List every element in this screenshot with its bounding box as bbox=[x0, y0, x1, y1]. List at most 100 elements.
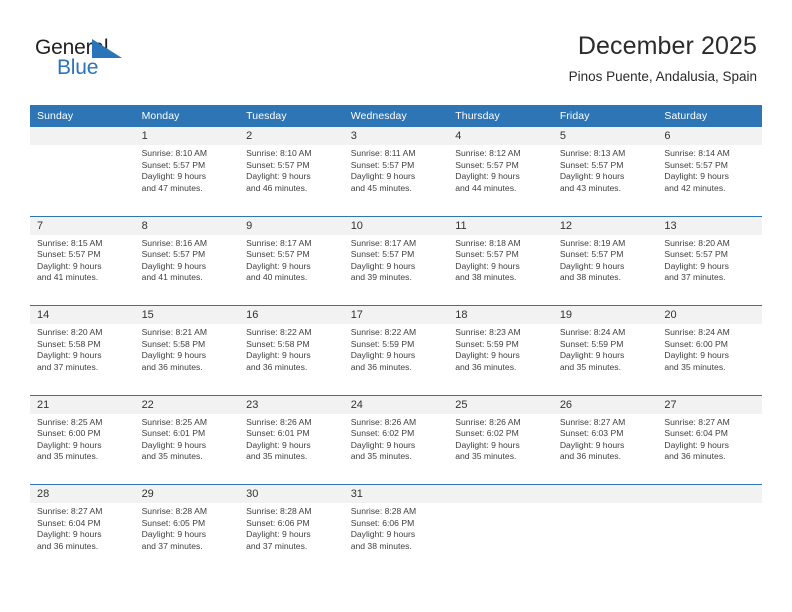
day-detail-cell[interactable]: Sunrise: 8:25 AM Sunset: 6:01 PM Daylight:… bbox=[134, 413, 240, 467]
day-detail-cell[interactable]: Sunrise: 8:17 AM Sunset: 5:57 PM Daylight:… bbox=[343, 234, 449, 288]
day-daylight-line2-text: and 39 minutes. bbox=[350, 272, 412, 283]
day-number-cell[interactable]: 15 bbox=[134, 305, 240, 324]
day-number-cell[interactable]: 27 bbox=[657, 395, 762, 414]
day-detail-cell[interactable]: Sunrise: 8:24 AM Sunset: 5:59 PM Daylight:… bbox=[552, 324, 658, 377]
day-number: 20 bbox=[664, 309, 677, 321]
day-sunrise-text: Sunrise: 8:17 AM bbox=[350, 237, 417, 248]
day-detail-cell[interactable]: Sunrise: 8:28 AM Sunset: 6:06 PM Daylight:… bbox=[239, 503, 344, 556]
week-separator-rule bbox=[30, 466, 762, 485]
day-sunrise-text: Sunrise: 8:21 AM bbox=[141, 327, 208, 337]
day-detail-cell[interactable]: Sunrise: 8:28 AM Sunset: 6:05 PM Daylight:… bbox=[134, 503, 240, 556]
day-number-cell[interactable]: 6 bbox=[657, 127, 762, 145]
day-detail-cell[interactable]: Sunrise: 8:27 AM Sunset: 6:04 PM Daylight:… bbox=[30, 503, 135, 556]
day-daylight-line1-text: Daylight: 9 hours bbox=[350, 529, 416, 540]
day-number-cell[interactable]: 17 bbox=[343, 305, 449, 324]
day-number-cell[interactable]: 9 bbox=[239, 216, 344, 235]
day-detail-cell[interactable]: Sunrise: 8:21 AM Sunset: 5:58 PM Daylight:… bbox=[134, 324, 240, 377]
day-number-cell bbox=[552, 484, 658, 503]
day-daylight-line2-text: and 45 minutes. bbox=[350, 182, 412, 193]
day-number-cell[interactable]: 5 bbox=[552, 127, 658, 145]
day-detail-cell[interactable]: Sunrise: 8:12 AM Sunset: 5:57 PM Daylight:… bbox=[448, 145, 553, 198]
day-detail-cell[interactable]: Sunrise: 8:26 AM Sunset: 6:02 PM Daylight:… bbox=[343, 413, 449, 467]
day-daylight-line2-text: and 36 minutes. bbox=[37, 540, 99, 551]
day-number-cell[interactable]: 4 bbox=[448, 127, 553, 145]
day-number-cell[interactable]: 14 bbox=[30, 305, 135, 324]
day-number-cell[interactable]: 22 bbox=[134, 395, 240, 414]
day-detail-cell[interactable]: Sunrise: 8:16 AM Sunset: 5:57 PM Daylight:… bbox=[134, 234, 240, 288]
day-daylight-line1-text: Daylight: 9 hours bbox=[141, 171, 207, 182]
day-number-cell[interactable]: 31 bbox=[343, 484, 449, 503]
day-number-cell[interactable]: 10 bbox=[343, 216, 449, 235]
day-detail-cell[interactable]: Sunrise: 8:22 AM Sunset: 5:59 PM Daylight:… bbox=[343, 324, 449, 377]
week-detail-row: Sunrise: 8:20 AM Sunset: 5:58 PM Daylight:… bbox=[30, 324, 762, 377]
day-detail-cell bbox=[552, 503, 658, 556]
day-number-cell[interactable]: 26 bbox=[552, 395, 658, 414]
day-number-cell[interactable]: 2 bbox=[239, 127, 344, 145]
day-number-cell[interactable]: 13 bbox=[657, 216, 762, 235]
day-detail-cell[interactable]: Sunrise: 8:11 AM Sunset: 5:57 PM Daylight:… bbox=[343, 145, 449, 198]
day-detail-cell[interactable]: Sunrise: 8:23 AM Sunset: 5:59 PM Daylight:… bbox=[448, 324, 553, 377]
week-separator bbox=[30, 556, 762, 574]
day-daylight-line1-text: Daylight: 9 hours bbox=[350, 171, 416, 182]
day-number-cell[interactable]: 24 bbox=[343, 395, 449, 414]
day-number-cell[interactable]: 18 bbox=[448, 305, 553, 324]
day-number-cell[interactable]: 25 bbox=[448, 395, 553, 414]
week-detail-row: Sunrise: 8:27 AM Sunset: 6:04 PM Daylight:… bbox=[30, 503, 762, 556]
day-number-cell[interactable]: 30 bbox=[239, 484, 344, 503]
day-number-cell[interactable]: 19 bbox=[552, 305, 658, 324]
day-daylight-line2-text: and 37 minutes. bbox=[246, 540, 308, 551]
day-detail-cell[interactable]: Sunrise: 8:27 AM Sunset: 6:04 PM Daylight:… bbox=[657, 413, 762, 467]
day-detail-cell[interactable]: Sunrise: 8:20 AM Sunset: 5:58 PM Daylight:… bbox=[30, 324, 135, 377]
day-number-cell[interactable]: 12 bbox=[552, 216, 658, 235]
week-date-row: 14 15 16 17 18 19 20 bbox=[30, 305, 762, 324]
day-number-cell[interactable]: 3 bbox=[343, 127, 449, 145]
day-number: 29 bbox=[141, 488, 154, 500]
week-separator-rule bbox=[30, 377, 762, 396]
day-number-cell[interactable]: 16 bbox=[239, 305, 344, 324]
day-sunrise-text: Sunrise: 8:14 AM bbox=[664, 148, 730, 158]
day-number-cell bbox=[448, 484, 553, 503]
day-detail-cell[interactable]: Sunrise: 8:22 AM Sunset: 5:58 PM Daylight:… bbox=[239, 324, 344, 377]
day-number-cell[interactable]: 7 bbox=[30, 216, 135, 235]
day-number-cell[interactable]: 11 bbox=[448, 216, 553, 235]
day-number: 12 bbox=[559, 219, 573, 232]
day-detail-cell[interactable]: Sunrise: 8:20 AM Sunset: 5:57 PM Daylight:… bbox=[657, 234, 762, 288]
day-sunrise-text: Sunrise: 8:20 AM bbox=[664, 237, 730, 248]
day-number-cell bbox=[657, 484, 762, 503]
day-number-cell[interactable]: 23 bbox=[239, 395, 344, 414]
day-number-cell[interactable]: 28 bbox=[30, 484, 135, 503]
day-detail-cell[interactable]: Sunrise: 8:27 AM Sunset: 6:03 PM Daylight:… bbox=[552, 413, 658, 467]
day-detail-cell[interactable]: Sunrise: 8:28 AM Sunset: 6:06 PM Daylight:… bbox=[343, 503, 449, 556]
day-daylight-line1-text: Daylight: 9 hours bbox=[141, 350, 207, 361]
day-number-cell[interactable]: 1 bbox=[134, 127, 240, 145]
day-number-cell[interactable]: 20 bbox=[657, 305, 762, 324]
day-sunset-text: Sunset: 6:02 PM bbox=[350, 428, 415, 439]
day-detail-cell[interactable]: Sunrise: 8:25 AM Sunset: 6:00 PM Daylight:… bbox=[30, 413, 135, 467]
day-number-cell[interactable]: 8 bbox=[134, 216, 240, 235]
calendar-grid: Sunday Monday Tuesday Wednesday Thursday… bbox=[30, 105, 762, 574]
day-sunset-text: Sunset: 5:59 PM bbox=[350, 338, 415, 349]
day-detail-cell[interactable]: Sunrise: 8:17 AM Sunset: 5:57 PM Daylight:… bbox=[239, 234, 344, 288]
calendar-table: Sunday Monday Tuesday Wednesday Thursday… bbox=[30, 105, 762, 574]
day-detail-cell[interactable]: Sunrise: 8:10 AM Sunset: 5:57 PM Daylight:… bbox=[134, 145, 240, 198]
day-daylight-line1-text: Daylight: 9 hours bbox=[37, 350, 102, 361]
day-detail-cell[interactable]: Sunrise: 8:19 AM Sunset: 5:57 PM Daylight:… bbox=[552, 234, 658, 288]
day-detail-cell[interactable]: Sunrise: 8:18 AM Sunset: 5:57 PM Daylight:… bbox=[448, 234, 553, 288]
day-number: 26 bbox=[559, 398, 573, 411]
day-number-cell[interactable]: 29 bbox=[134, 484, 240, 503]
day-sunrise-text: Sunrise: 8:10 AM bbox=[141, 148, 208, 158]
day-detail-cell[interactable]: Sunrise: 8:26 AM Sunset: 6:02 PM Daylight:… bbox=[448, 413, 553, 467]
day-detail-cell[interactable]: Sunrise: 8:14 AM Sunset: 5:57 PM Daylight:… bbox=[657, 145, 762, 198]
day-sunset-text: Sunset: 5:59 PM bbox=[455, 338, 519, 349]
day-daylight-line2-text: and 47 minutes. bbox=[141, 182, 203, 193]
day-detail-cell[interactable]: Sunrise: 8:15 AM Sunset: 5:57 PM Daylight:… bbox=[30, 234, 135, 288]
day-detail-cell[interactable]: Sunrise: 8:13 AM Sunset: 5:57 PM Daylight:… bbox=[552, 145, 658, 198]
day-number: 4 bbox=[455, 130, 462, 142]
day-detail-cell[interactable]: Sunrise: 8:24 AM Sunset: 6:00 PM Daylight:… bbox=[657, 324, 762, 377]
day-daylight-line1-text: Daylight: 9 hours bbox=[246, 350, 311, 361]
general-blue-logo[interactable]: General Blue bbox=[35, 36, 195, 84]
day-detail-cell[interactable]: Sunrise: 8:26 AM Sunset: 6:01 PM Daylight:… bbox=[239, 413, 344, 467]
day-sunset-text: Sunset: 5:57 PM bbox=[350, 249, 415, 260]
day-number-cell[interactable]: 21 bbox=[30, 395, 135, 414]
day-detail-cell[interactable]: Sunrise: 8:10 AM Sunset: 5:57 PM Daylight:… bbox=[239, 145, 344, 198]
